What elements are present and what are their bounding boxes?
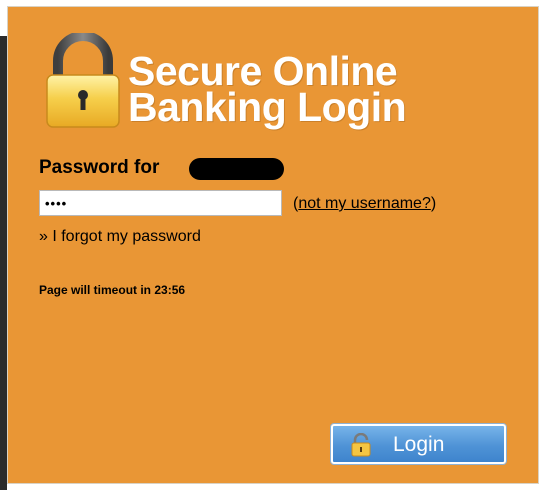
login-button-label: Login — [393, 433, 445, 456]
login-panel: Secure Online Banking Login Password for… — [7, 6, 539, 484]
password-label: Password for — [39, 157, 160, 178]
password-field[interactable] — [39, 190, 282, 216]
redacted-username — [189, 158, 284, 180]
timeout-notice: Page will timeout in 23:56 — [39, 283, 186, 297]
login-button[interactable]: Login — [331, 424, 506, 464]
paren-close: ) — [430, 195, 437, 212]
window-edge — [0, 36, 7, 490]
padlock-icon — [46, 33, 120, 128]
not-my-username: (not my username?) — [293, 195, 436, 213]
not-my-username-link[interactable]: not my username? — [298, 195, 431, 212]
login-page: Secure Online Banking Login Password for… — [0, 0, 547, 490]
page-title: Secure Online Banking Login — [128, 51, 407, 130]
forgot-password-link[interactable]: » I forgot my password — [39, 228, 201, 246]
title-line-2: Banking Login — [128, 84, 407, 130]
padlock-icon — [351, 433, 371, 457]
